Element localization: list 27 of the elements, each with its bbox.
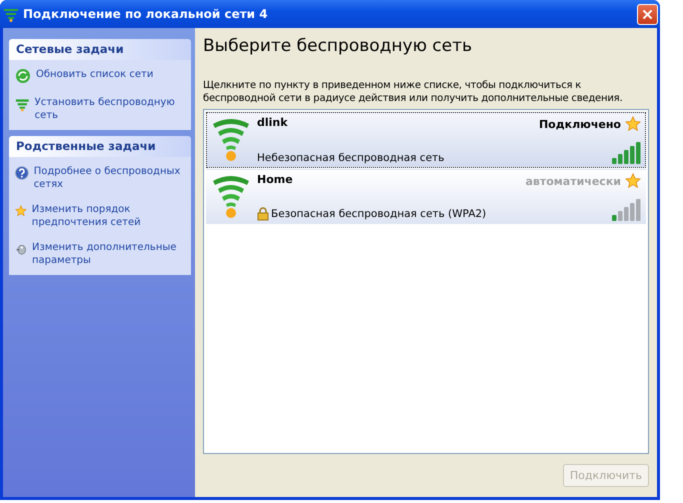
network-item[interactable]: Home Безопасная беспроводная сеть (WPA2) автоматически (206, 169, 646, 225)
connection-status: Подключено (538, 118, 621, 130)
task-link[interactable]: Изменить дополнительные параметры (32, 241, 187, 267)
star-icon (15, 203, 27, 219)
connection-status: автоматически (525, 174, 621, 188)
security-text: Безопасная беспроводная сеть (WPA2) (271, 208, 486, 220)
panel-header[interactable]: Родственные задачи (9, 136, 191, 157)
network-item[interactable]: dlink Небезопасная беспроводная сеть Подключено (206, 112, 646, 168)
network-name: dlink (257, 116, 289, 129)
refresh-icon (15, 68, 31, 84)
wireless-network-icon (211, 116, 251, 162)
network-name: Home (257, 173, 294, 186)
panel-header[interactable]: Сетевые задачи (9, 39, 191, 60)
window-title: Подключение по локальной сети 4 (23, 7, 269, 21)
task-link[interactable]: Обновить список сети (36, 68, 154, 81)
star-icon (625, 173, 641, 189)
star-icon (625, 116, 641, 132)
help-icon (15, 165, 29, 181)
page-heading: Выберите беспроводную сеть (203, 36, 474, 56)
task-link[interactable]: Установить беспроводную сеть (34, 96, 187, 122)
wireless-network-icon (211, 173, 251, 219)
close-button[interactable] (637, 4, 658, 24)
security-text: Небезопасная беспроводная сеть (257, 152, 444, 164)
description-text: Щелкните по пункту в приведенном ниже списке, чтобы подключиться к беспроводной сети в радиусе действия или получить дополнительные сведения. (203, 80, 624, 105)
task-link[interactable]: Изменить порядок предпочтения сетей (32, 203, 187, 229)
wireless-icon (3, 6, 19, 22)
task-link[interactable]: Подробнее о беспроводных сетях (34, 165, 187, 191)
